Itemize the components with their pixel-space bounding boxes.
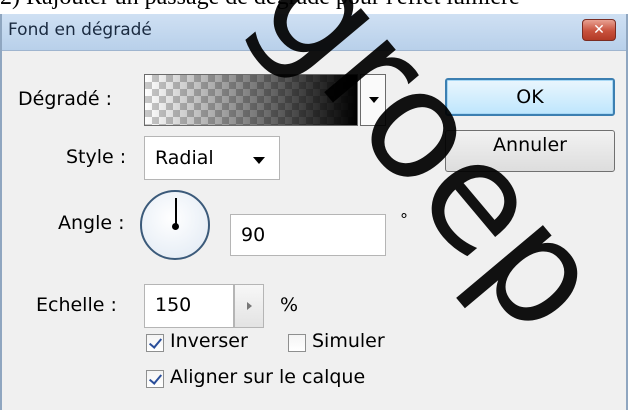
angle-input[interactable]: 90 xyxy=(230,214,386,256)
invert-label: Inverser xyxy=(170,330,248,352)
close-button[interactable]: ✕ xyxy=(582,19,616,41)
simulate-checkbox[interactable] xyxy=(288,334,306,352)
scale-stepper[interactable] xyxy=(234,284,264,328)
gradient-picker-dropdown[interactable] xyxy=(360,74,386,126)
chevron-down-icon xyxy=(253,157,265,164)
gradient-label: Dégradé : xyxy=(18,88,113,110)
percent-symbol: % xyxy=(280,294,299,316)
style-select[interactable]: Radial xyxy=(144,136,280,180)
degree-symbol: ° xyxy=(400,210,408,229)
gradient-preview[interactable] xyxy=(144,74,358,126)
style-label: Style : xyxy=(66,146,127,168)
close-icon: ✕ xyxy=(593,22,605,38)
scale-label: Echelle : xyxy=(36,294,117,316)
angle-dial[interactable] xyxy=(140,190,210,260)
cut-off-caption: 2) Rajouter un passage de dégradé pour l… xyxy=(0,0,638,14)
align-checkbox[interactable] xyxy=(146,370,164,388)
title-bar[interactable]: Fond en dégradé ✕ xyxy=(2,14,626,51)
scale-input[interactable]: 150 xyxy=(144,284,234,328)
window-title: Fond en dégradé xyxy=(8,20,152,40)
angle-center-dot xyxy=(172,223,179,230)
gradient-fill-dialog: Fond en dégradé ✕ Dégradé : OK Annuler S… xyxy=(0,14,628,410)
invert-checkbox[interactable] xyxy=(146,334,164,352)
ok-button[interactable]: OK xyxy=(445,78,615,116)
angle-needle xyxy=(175,198,177,226)
cancel-button[interactable]: Annuler xyxy=(445,130,615,172)
align-label: Aligner sur le calque xyxy=(170,366,366,388)
simulate-label: Simuler xyxy=(312,330,385,352)
angle-label: Angle : xyxy=(58,212,125,234)
style-select-value: Radial xyxy=(155,147,214,169)
